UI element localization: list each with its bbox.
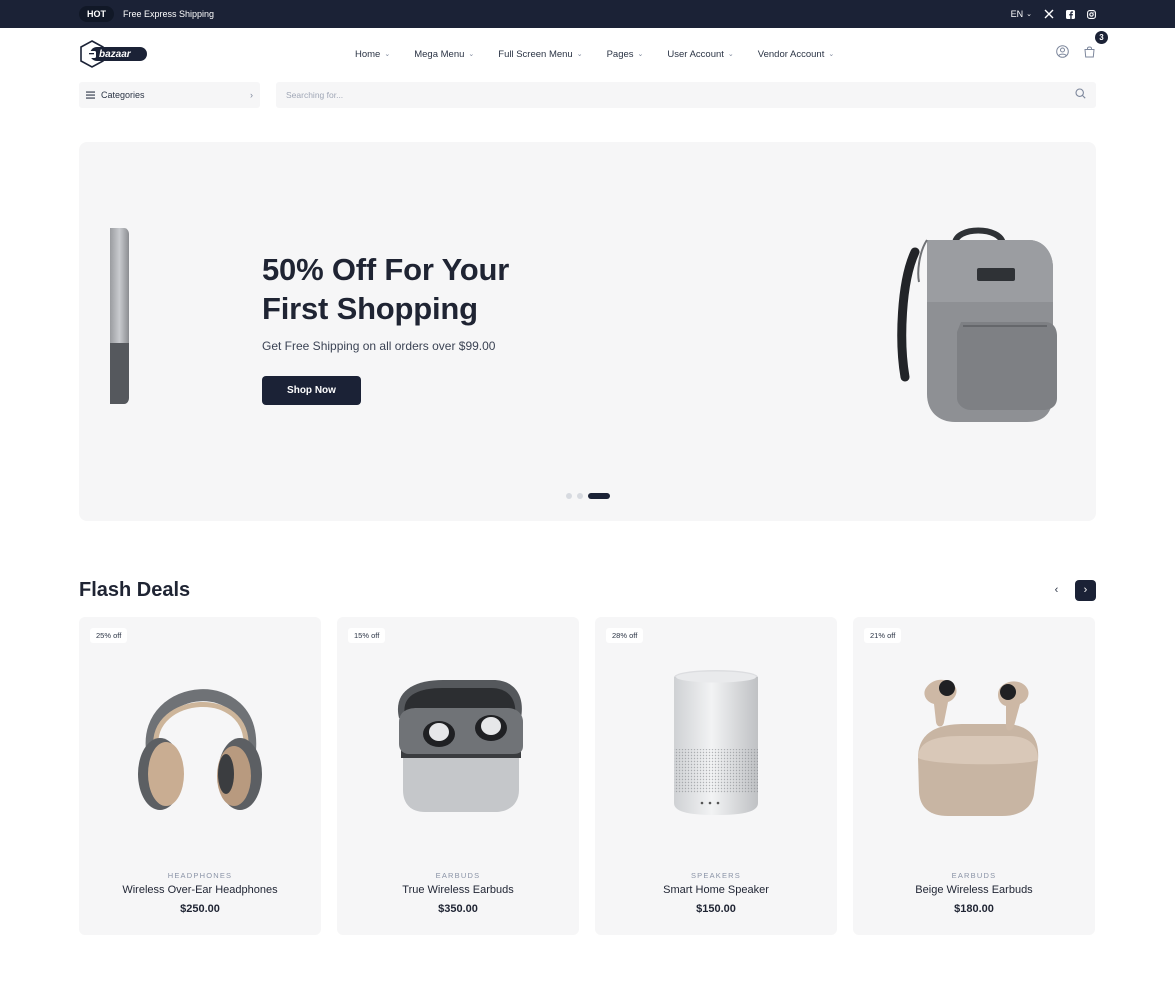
nav-label: Vendor Account bbox=[757, 48, 825, 60]
hero-banner: 50% Off For Your First Shopping Get Free… bbox=[79, 142, 1096, 521]
chevron-down-icon: ⌄ bbox=[727, 51, 734, 58]
chevron-down-icon: ⌄ bbox=[828, 51, 835, 58]
cart-button[interactable]: 3 bbox=[1083, 31, 1108, 63]
product-name: Smart Home Speaker bbox=[663, 884, 769, 896]
chevron-left-icon[interactable]: ‹ bbox=[1046, 580, 1067, 601]
product-image bbox=[79, 657, 321, 827]
chevron-down-icon: ⌄ bbox=[576, 51, 583, 58]
nav-label: Home bbox=[355, 48, 381, 60]
categories-dropdown[interactable]: Categories › bbox=[79, 82, 260, 108]
discount-badge: 28% off bbox=[606, 628, 644, 643]
flash-deals-header: Flash Deals ‹ › bbox=[79, 578, 1096, 602]
product-image bbox=[337, 657, 579, 827]
backpack-image bbox=[897, 227, 1057, 422]
topbar-right: EN ⌄ bbox=[1011, 9, 1096, 19]
search-input[interactable] bbox=[286, 90, 1075, 100]
shopping-bag-icon bbox=[1084, 46, 1095, 58]
nav-label: User Account bbox=[667, 48, 724, 60]
chevron-down-icon: ⌄ bbox=[1026, 11, 1032, 18]
section-title: Flash Deals bbox=[79, 578, 191, 601]
product-price: $250.00 bbox=[180, 903, 220, 915]
nav-full-screen-menu[interactable]: Full Screen Menu ⌄ bbox=[498, 49, 582, 60]
product-price: $350.00 bbox=[438, 903, 478, 915]
discount-badge: 21% off bbox=[864, 628, 902, 643]
product-category: EARBUDS bbox=[435, 871, 481, 880]
carousel-dots bbox=[566, 493, 610, 499]
main-header: bazaar Home ⌄ Mega Menu ⌄ Full Screen Menu… bbox=[0, 28, 1175, 80]
categories-label: Categories bbox=[101, 90, 145, 100]
menu-icon bbox=[86, 91, 95, 99]
language-label: EN bbox=[1010, 9, 1024, 19]
hero-title-line1: 50% Off For Your bbox=[262, 252, 510, 287]
product-category: SPEAKERS bbox=[690, 871, 742, 880]
hot-badge: HOT bbox=[79, 6, 114, 22]
nav-label: Mega Menu bbox=[414, 48, 465, 60]
hero-title: 50% Off For Your First Shopping bbox=[262, 250, 509, 328]
nav-pages[interactable]: Pages ⌄ bbox=[607, 49, 644, 60]
product-category: HEADPHONES bbox=[167, 871, 233, 880]
search-icon[interactable] bbox=[1075, 86, 1086, 104]
chevron-right-icon: › bbox=[250, 90, 253, 100]
instagram-icon[interactable] bbox=[1087, 9, 1096, 19]
product-card[interactable]: 28% off SPEAKERS Smart Home Speaker $150… bbox=[595, 617, 837, 935]
header-icons: 3 bbox=[1056, 31, 1108, 63]
product-name: True Wireless Earbuds bbox=[402, 884, 514, 896]
logo-text: bazaar bbox=[99, 48, 131, 60]
discount-badge: 15% off bbox=[348, 628, 386, 643]
product-name: Beige Wireless Earbuds bbox=[915, 884, 1033, 896]
product-category: EARBUDS bbox=[951, 871, 997, 880]
cart-count-badge: 3 bbox=[1095, 31, 1108, 44]
headphones-icon bbox=[138, 689, 262, 810]
main-nav: Home ⌄ Mega Menu ⌄ Full Screen Menu ⌄ Pages… bbox=[355, 28, 834, 80]
product-card[interactable]: 21% off EARBUDS Beige Wireless Earbuds $… bbox=[853, 617, 1095, 935]
nav-label: Pages bbox=[606, 48, 634, 60]
beige-earbuds-icon bbox=[918, 679, 1039, 816]
hero-subtitle: Get Free Shipping on all orders over $99… bbox=[262, 339, 496, 353]
product-card[interactable]: 25% off HEADPHONES Wireless Over-Ear Hea… bbox=[79, 617, 321, 935]
smart-speaker-icon bbox=[674, 670, 758, 815]
product-list: 25% off HEADPHONES Wireless Over-Ear Hea… bbox=[79, 617, 1096, 935]
carousel-dot-active[interactable] bbox=[588, 493, 610, 499]
shop-now-button[interactable]: Shop Now bbox=[262, 376, 361, 405]
product-partial-image bbox=[110, 228, 129, 404]
x-twitter-icon[interactable] bbox=[1044, 9, 1054, 19]
product-price: $180.00 bbox=[954, 903, 994, 915]
logo[interactable]: bazaar bbox=[79, 39, 181, 69]
nav-home[interactable]: Home ⌄ bbox=[355, 49, 390, 60]
chevron-down-icon: ⌄ bbox=[637, 51, 644, 58]
carousel-dot[interactable] bbox=[577, 493, 583, 499]
promo-text: Free Express Shipping bbox=[123, 9, 215, 19]
nav-mega-menu[interactable]: Mega Menu ⌄ bbox=[414, 49, 474, 60]
nav-vendor-account[interactable]: Vendor Account ⌄ bbox=[758, 49, 834, 60]
product-image bbox=[595, 657, 837, 827]
chevron-down-icon: ⌄ bbox=[384, 51, 391, 58]
nav-user-account[interactable]: User Account ⌄ bbox=[667, 49, 733, 60]
earbuds-case-icon bbox=[397, 680, 523, 812]
facebook-icon[interactable] bbox=[1066, 9, 1075, 19]
language-selector[interactable]: EN ⌄ bbox=[1011, 9, 1032, 19]
carousel-dot[interactable] bbox=[566, 493, 572, 499]
nav-label: Full Screen Menu bbox=[498, 48, 573, 60]
user-icon[interactable] bbox=[1056, 45, 1069, 63]
search-box bbox=[276, 82, 1096, 108]
search-row: Categories › bbox=[0, 82, 1175, 108]
chevron-right-icon[interactable]: › bbox=[1075, 579, 1096, 601]
discount-badge: 25% off bbox=[90, 628, 128, 643]
top-bar: HOT Free Express Shipping EN ⌄ bbox=[0, 0, 1175, 28]
product-image bbox=[853, 657, 1095, 827]
product-price: $150.00 bbox=[696, 903, 736, 915]
product-name: Wireless Over-Ear Headphones bbox=[122, 884, 278, 896]
chevron-down-icon: ⌄ bbox=[468, 51, 475, 58]
product-card[interactable]: 15% off EARBUDS True Wireless Earbuds $3… bbox=[337, 617, 579, 935]
carousel-arrows: ‹ › bbox=[1046, 579, 1096, 601]
hero-title-line2: First Shopping bbox=[262, 291, 478, 326]
